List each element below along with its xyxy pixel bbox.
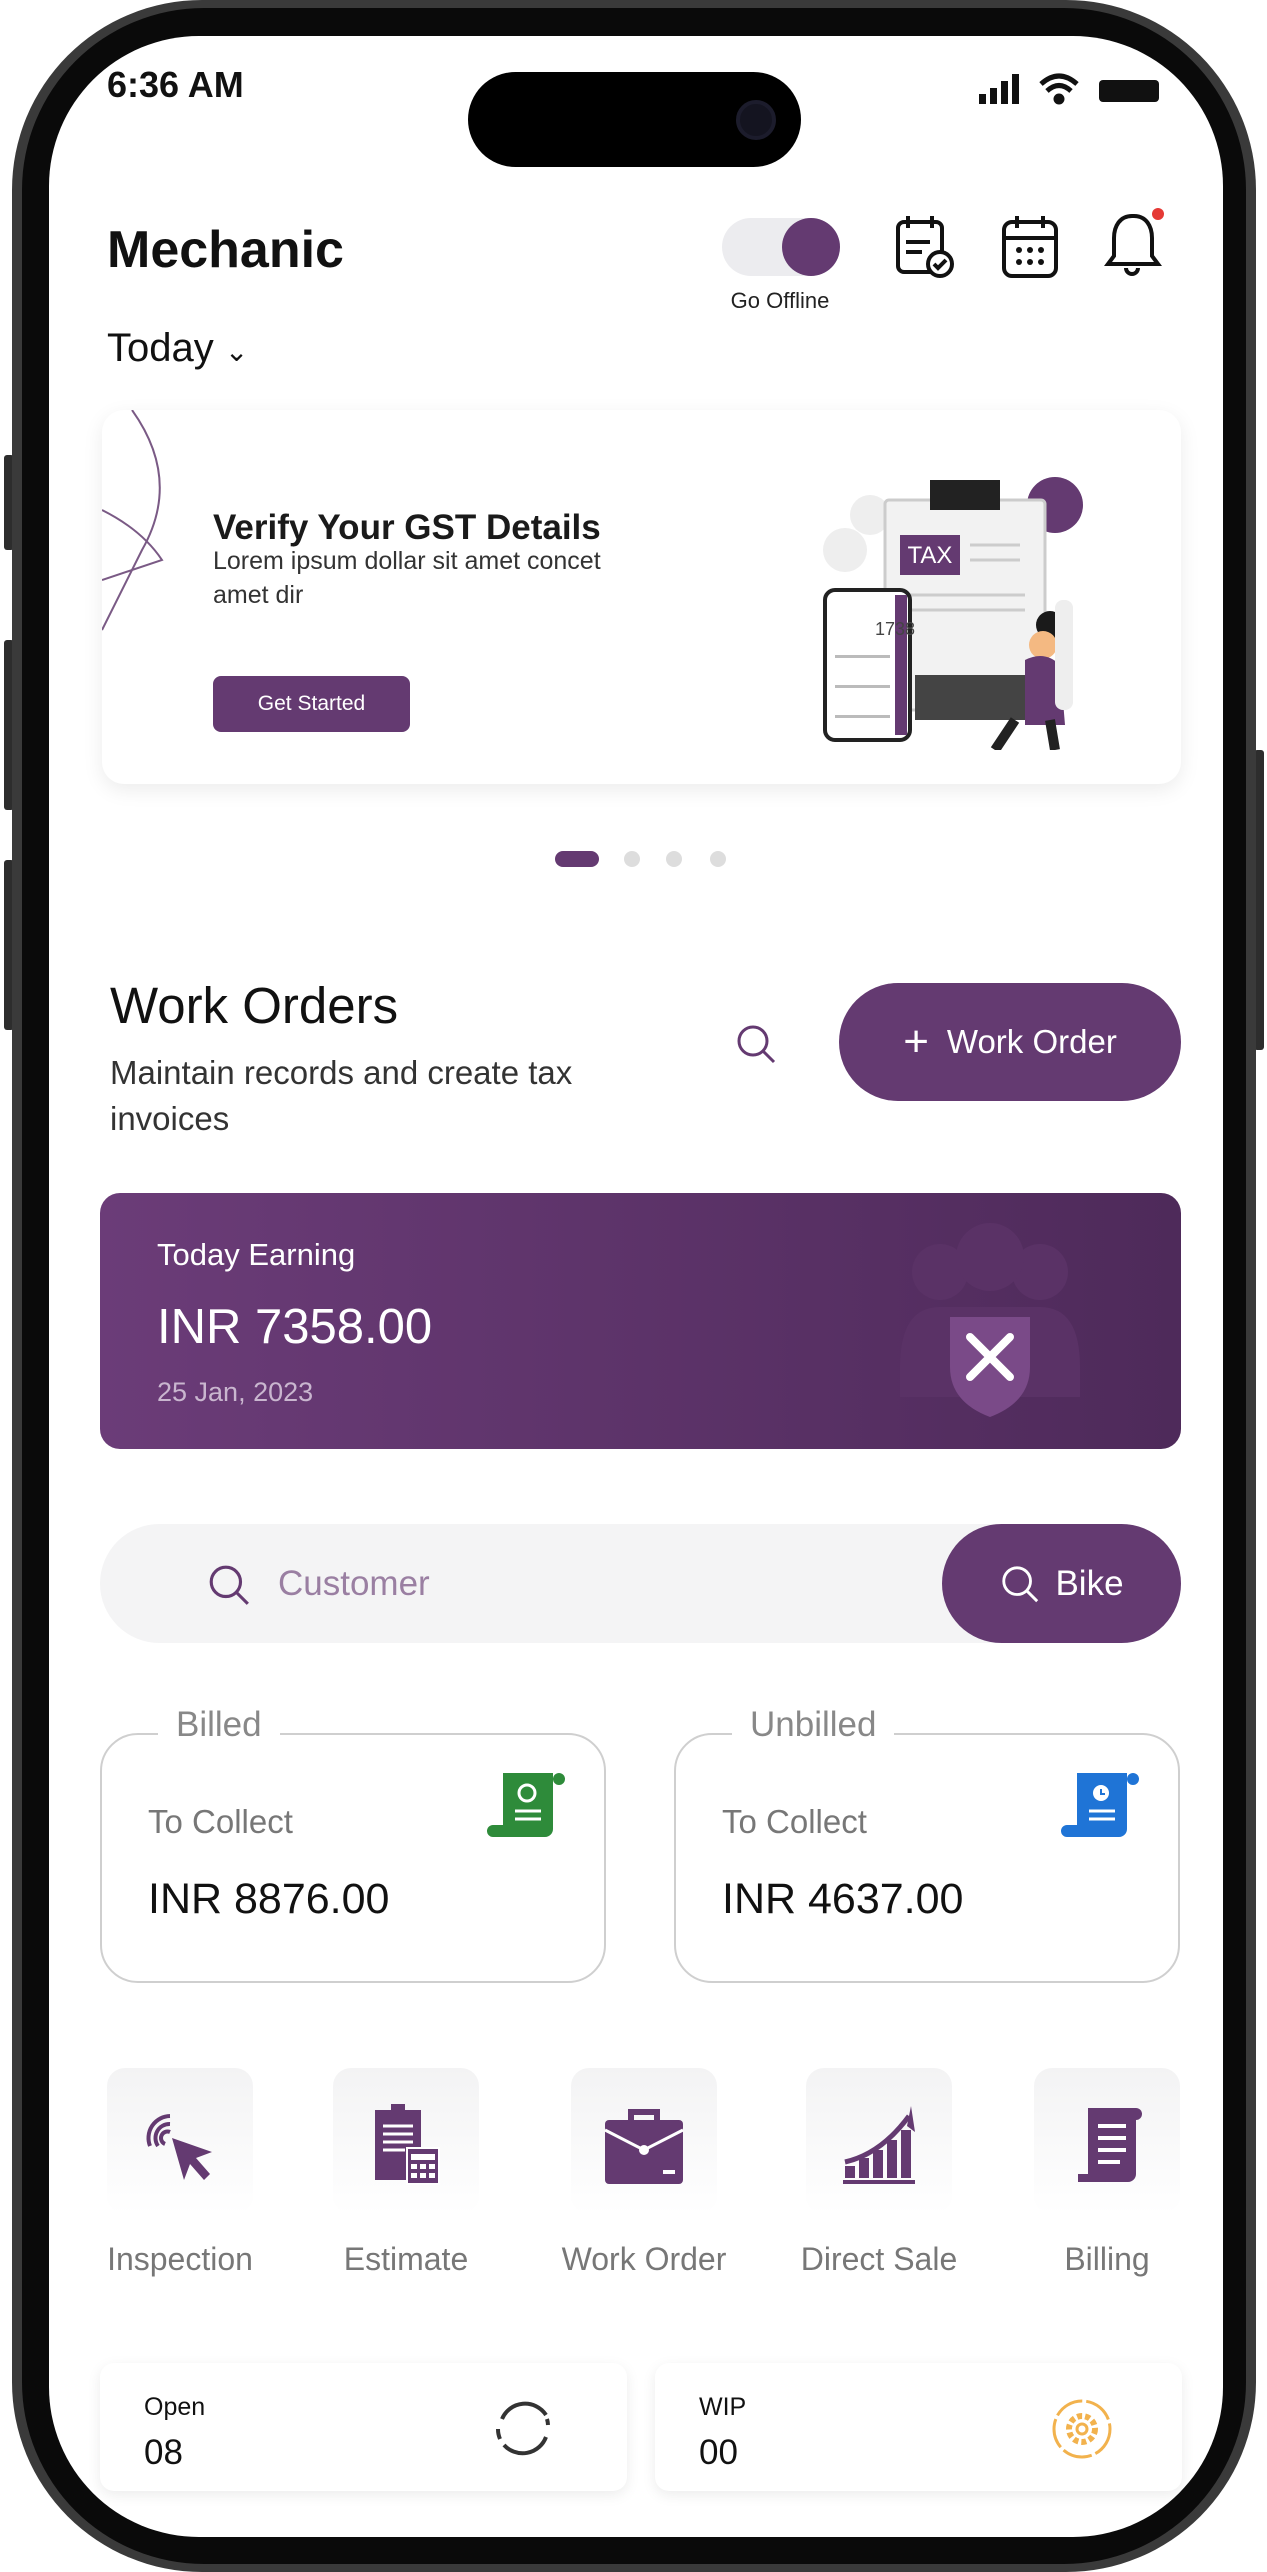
decorative-swirl [102, 410, 164, 631]
period-dropdown[interactable]: Today ⌄ [107, 326, 248, 371]
banner-title: Verify Your GST Details [213, 508, 601, 547]
carousel-dot[interactable] [624, 851, 640, 867]
battery-icon [1099, 80, 1159, 102]
carousel-dot-active[interactable] [555, 851, 599, 867]
billed-card[interactable]: Billed To Collect INR 8876.00 [100, 1705, 606, 1983]
go-offline-label: Go Offline [730, 288, 830, 313]
open-label: Open [144, 2393, 206, 2421]
unbilled-legend: Unbilled [732, 1705, 895, 1745]
search-icon[interactable] [734, 1022, 778, 1066]
page-title: Mechanic [107, 221, 344, 279]
refresh-icon [495, 2401, 550, 2456]
period-label: Today [107, 326, 214, 370]
status-time: 6:36 AM [107, 64, 244, 105]
bike-filter-label: Bike [1055, 1563, 1124, 1603]
quick-action-estimate[interactable] [333, 2068, 479, 2214]
wifi-icon [1039, 73, 1079, 105]
quick-action-label: Direct Sale [800, 2241, 958, 2277]
quick-action-inspection[interactable] [107, 2068, 253, 2214]
calendar-icon[interactable] [1001, 214, 1059, 280]
calculator-display: 1738 [875, 619, 915, 639]
earning-label: Today Earning [157, 1237, 356, 1272]
add-work-order-button[interactable]: + Work Order [839, 983, 1181, 1101]
chevron-down-icon: ⌄ [224, 336, 249, 367]
work-orders-subtitle: Maintain records and create tax invoices [110, 1054, 573, 1137]
signal-icon [979, 74, 1019, 104]
screen: 6:36 AM Mechanic Go Offline Today ⌄ Veri… [49, 36, 1223, 2537]
briefcase-icon [604, 2109, 684, 2184]
quick-action-label: Billing [1064, 2241, 1150, 2277]
quick-action-label: Work Order [561, 2241, 727, 2277]
wip-label: WIP [699, 2393, 747, 2421]
plus-icon: + [903, 1017, 929, 1066]
customer-search-placeholder: Customer [278, 1564, 430, 1603]
earning-date: 25 Jan, 2023 [157, 1377, 314, 1407]
scroll-bill-icon [1078, 2108, 1142, 2182]
to-collect-label: To Collect [148, 1803, 293, 1840]
calendar-check-icon[interactable] [894, 214, 956, 280]
today-earning-card: Today Earning INR 7358.00 25 Jan, 2023 [100, 1193, 1181, 1449]
unbilled-amount: INR 4637.00 [722, 1875, 964, 1923]
billed-amount: INR 8876.00 [148, 1875, 390, 1923]
go-offline-toggle[interactable] [722, 218, 840, 276]
billed-receipt-icon [487, 1773, 565, 1837]
add-work-order-label: Work Order [946, 1023, 1117, 1060]
quick-action-label: Inspection [107, 2241, 253, 2277]
open-value: 08 [144, 2433, 183, 2472]
quick-action-label: Estimate [343, 2241, 469, 2277]
wip-stat-card[interactable]: WIP 00 [655, 2363, 1182, 2491]
quick-action-direct-sale[interactable] [806, 2068, 952, 2214]
billed-legend: Billed [158, 1705, 280, 1745]
carousel-dot[interactable] [710, 851, 726, 867]
unbilled-receipt-icon [1061, 1773, 1139, 1837]
estimate-calculator-icon [375, 2104, 440, 2185]
touch-pointer-icon [146, 2114, 212, 2180]
gear-icon [1052, 2399, 1112, 2459]
toggle-knob [782, 218, 840, 276]
to-collect-label: To Collect [722, 1803, 867, 1840]
tax-label: TAX [908, 542, 953, 569]
carousel-dot[interactable] [666, 851, 682, 867]
get-started-button[interactable]: Get Started [213, 676, 410, 732]
banner-body: Lorem ipsum dollar sit amet concet amet … [213, 547, 601, 609]
unbilled-card[interactable]: Unbilled To Collect INR 4637.00 [674, 1705, 1180, 1983]
gst-banner: Verify Your GST Details Lorem ipsum doll… [102, 410, 1181, 784]
bell-icon[interactable] [1104, 206, 1166, 282]
work-orders-title: Work Orders [110, 977, 399, 1034]
bike-filter-button[interactable]: Bike [942, 1524, 1181, 1643]
quick-action-work-order[interactable] [571, 2068, 717, 2214]
quick-action-billing[interactable] [1034, 2068, 1180, 2214]
open-stat-card[interactable]: Open 08 [100, 2363, 627, 2491]
search-icon [1002, 1565, 1039, 1602]
status-icons [979, 73, 1159, 105]
wip-value: 00 [699, 2433, 738, 2472]
camera-icon [736, 100, 776, 140]
mechanic-team-icon [900, 1223, 1080, 1417]
search-icon [209, 1565, 249, 1605]
growth-chart-icon [843, 2106, 915, 2184]
earning-amount: INR 7358.00 [157, 1300, 433, 1354]
tax-illustration: TAX 1738 [823, 477, 1083, 750]
dynamic-island [468, 72, 801, 167]
